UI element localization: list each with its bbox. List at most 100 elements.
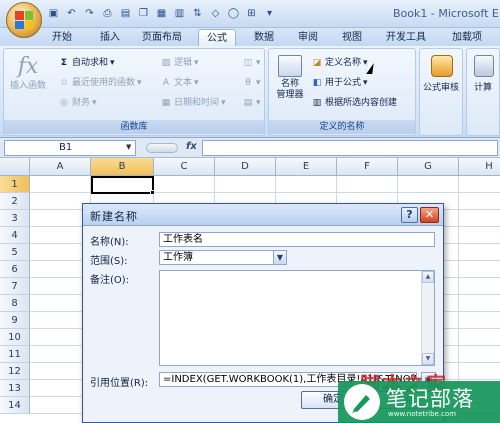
row-header-8[interactable]: 8 xyxy=(0,295,30,312)
undo-icon[interactable]: ↶ xyxy=(64,6,79,21)
row-header-3[interactable]: 3 xyxy=(0,210,30,227)
insert-function-button[interactable]: fx 插入函数 xyxy=(8,55,48,92)
fx-icon: fx xyxy=(17,54,39,79)
dropdown-arrow-icon: ▾ xyxy=(194,58,199,68)
print-icon[interactable]: ⎙ xyxy=(100,6,115,21)
tab-addins[interactable]: 加载项 xyxy=(444,29,490,46)
column-header-d[interactable]: D xyxy=(215,158,276,176)
paste-icon[interactable]: ▦ xyxy=(154,6,169,21)
fill-handle[interactable] xyxy=(150,190,155,195)
tab-review[interactable]: 审阅 xyxy=(290,29,326,46)
formula-auditing-group: 公式审核 xyxy=(419,48,463,136)
redo-icon[interactable]: ↷ xyxy=(82,6,97,21)
define-name-button[interactable]: ◪ 定义名称 ▾ xyxy=(311,55,368,71)
office-button[interactable] xyxy=(6,2,42,38)
recent-functions-button[interactable]: ✩ 最近使用的函数 ▾ xyxy=(58,75,142,91)
formula-input[interactable] xyxy=(202,140,498,156)
row-header-2[interactable]: 2 xyxy=(0,193,30,210)
datetime-button[interactable]: ▦ 日期和时间 ▾ xyxy=(160,95,226,111)
create-from-selection-button[interactable]: ▥ 根据所选内容创建 xyxy=(311,95,397,111)
calculator-icon xyxy=(474,55,494,77)
lookup-button[interactable]: ◫ ▾ xyxy=(242,55,261,71)
defined-names-label: 定义的名称 xyxy=(269,120,415,134)
dropdown-arrow-icon: ▾ xyxy=(92,98,97,108)
row-header-5[interactable]: 5 xyxy=(0,244,30,261)
name-box[interactable]: B1 xyxy=(4,140,136,156)
row-header-1[interactable]: 1 xyxy=(0,176,30,193)
badge-url: www.notetribe.com xyxy=(388,410,457,418)
dialog-title-bar[interactable]: 新建名称 ? ✕ xyxy=(83,204,443,226)
column-header-h[interactable]: H xyxy=(459,158,500,176)
row-header-12[interactable]: 12 xyxy=(0,363,30,380)
row-header-7[interactable]: 7 xyxy=(0,278,30,295)
row-header-9[interactable]: 9 xyxy=(0,312,30,329)
comment-scrollbar[interactable]: ▲ ▼ xyxy=(421,271,434,365)
table-icon[interactable]: ▥ xyxy=(172,6,187,21)
dropdown-arrow-icon: ▾ xyxy=(256,58,261,68)
dropdown-arrow-icon: ▾ xyxy=(363,78,368,88)
name-field[interactable]: 工作表名 xyxy=(159,232,435,247)
define-name-icon: ◪ xyxy=(312,58,322,68)
column-header-c[interactable]: C xyxy=(154,158,215,176)
dropdown-arrow-icon: ▾ xyxy=(137,78,142,88)
refers-to-label: 引用位置(R): xyxy=(90,378,149,389)
scope-label: 范围(S): xyxy=(90,256,128,267)
tab-home[interactable]: 开始 xyxy=(44,29,80,46)
scroll-up-icon[interactable]: ▲ xyxy=(422,271,434,283)
fx-button[interactable]: fx xyxy=(186,141,197,152)
scope-select[interactable]: 工作簿 xyxy=(159,250,287,265)
name-box-dropdown-icon[interactable]: ▼ xyxy=(126,143,131,151)
create-from-selection-label: 根据所选内容创建 xyxy=(325,98,398,108)
row-header-6[interactable]: 6 xyxy=(0,261,30,278)
window-title: Book1 - Microsoft E xyxy=(393,7,499,20)
grid-icon[interactable]: ⊞ xyxy=(244,6,259,21)
row-header-10[interactable]: 10 xyxy=(0,329,30,346)
financial-button[interactable]: ◎ 财务 ▾ xyxy=(58,95,97,111)
scope-dropdown-icon[interactable]: ▼ xyxy=(273,250,287,265)
active-cell-b1[interactable] xyxy=(91,176,154,194)
shape-icon[interactable]: ◇ xyxy=(208,6,223,21)
calculation-button[interactable] xyxy=(469,55,499,79)
title-bar: ▣ ↶ ↷ ⎙ ▤ ❐ ▦ ▥ ⇅ ◇ ◯ ⊞ ▾ Book1 - Micros… xyxy=(0,0,500,28)
autosum-button[interactable]: Σ 自动求和 ▾ xyxy=(58,55,115,71)
tab-view[interactable]: 视图 xyxy=(334,29,370,46)
logical-button[interactable]: ▨ 逻辑 ▾ xyxy=(160,55,199,71)
tab-insert[interactable]: 插入 xyxy=(92,29,128,46)
column-header-f[interactable]: F xyxy=(337,158,398,176)
lookup-icon: ◫ xyxy=(243,58,253,68)
save-icon[interactable]: ▣ xyxy=(46,6,61,21)
column-header-g[interactable]: G xyxy=(398,158,459,176)
column-header-b[interactable]: B xyxy=(91,158,154,176)
tab-formulas[interactable]: 公式 xyxy=(198,29,236,46)
help-button[interactable]: ? xyxy=(401,207,418,223)
name-manager-button[interactable]: 名称 管理器 xyxy=(273,55,307,101)
tab-data[interactable]: 数据 xyxy=(246,29,282,46)
use-in-formula-label: 用于公式 xyxy=(325,78,362,88)
more-functions-icon: ▤ xyxy=(243,98,253,108)
more-icon[interactable]: ▾ xyxy=(262,6,277,21)
use-in-formula-icon: ◧ xyxy=(312,78,322,88)
column-header-a[interactable]: A xyxy=(30,158,91,176)
star-icon: ✩ xyxy=(60,78,68,88)
sort-icon[interactable]: ⇅ xyxy=(190,6,205,21)
select-all-corner[interactable] xyxy=(0,158,30,176)
use-in-formula-button[interactable]: ◧ 用于公式 ▾ xyxy=(311,75,368,91)
row-header-13[interactable]: 13 xyxy=(0,380,30,397)
close-button[interactable]: ✕ xyxy=(420,207,439,223)
insert-function-label: 插入函数 xyxy=(9,81,46,91)
comment-textarea[interactable]: ▲ ▼ xyxy=(159,270,435,366)
more-functions-button[interactable]: ▤ ▾ xyxy=(242,95,261,111)
copy-icon[interactable]: ❐ xyxy=(136,6,151,21)
row-header-14[interactable]: 14 xyxy=(0,397,30,414)
row-header-11[interactable]: 11 xyxy=(0,346,30,363)
math-button[interactable]: θ ▾ xyxy=(242,75,260,91)
scroll-down-icon[interactable]: ▼ xyxy=(422,353,434,365)
column-header-e[interactable]: E xyxy=(276,158,337,176)
row-header-4[interactable]: 4 xyxy=(0,227,30,244)
tab-developer[interactable]: 开发工具 xyxy=(378,29,434,46)
circle-icon[interactable]: ◯ xyxy=(226,6,241,21)
print-preview-icon[interactable]: ▤ xyxy=(118,6,133,21)
formula-auditing-button[interactable] xyxy=(422,55,462,79)
tab-page-layout[interactable]: 页面布局 xyxy=(134,29,190,46)
text-button[interactable]: A 文本 ▾ xyxy=(160,75,199,91)
